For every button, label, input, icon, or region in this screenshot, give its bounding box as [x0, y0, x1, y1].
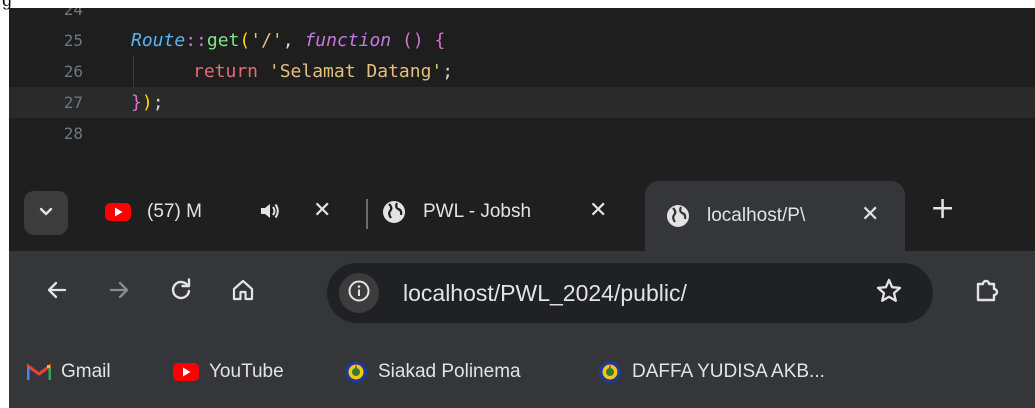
token-keyword: return: [193, 61, 259, 82]
code-line: 28: [9, 118, 1035, 149]
tab-title: PWL - Jobsh: [423, 201, 532, 222]
token-keyword: function: [304, 30, 392, 51]
home-icon: [231, 278, 255, 308]
polinema-logo-icon: [344, 360, 368, 384]
tab-pwl-jobsheet[interactable]: PWL - Jobsh ✕: [381, 181, 621, 243]
forward-button[interactable]: [99, 273, 139, 313]
code-line: 26 return 'Selamat Datang';: [9, 56, 1035, 87]
globe-icon: [381, 199, 407, 225]
code-text: Route::get('/', function () {: [131, 25, 445, 56]
tab-localhost[interactable]: localhost/P\ ✕: [645, 181, 905, 251]
back-button[interactable]: [37, 273, 77, 313]
line-number: 28: [63, 124, 83, 143]
tab-close-button[interactable]: ✕: [861, 201, 879, 227]
youtube-icon: [105, 199, 131, 225]
arrow-left-icon: [45, 278, 69, 308]
token-string: '/': [250, 30, 283, 51]
tab-title: (57) My: [147, 201, 201, 222]
tab-close-button[interactable]: ✕: [313, 197, 331, 223]
line-number: 27: [63, 93, 83, 112]
tab-title: localhost/P\: [707, 205, 806, 226]
token-class: Route: [131, 30, 186, 51]
token-paren: ): [141, 92, 153, 113]
gmail-icon: [27, 360, 51, 384]
token-semicolon: ;: [442, 61, 454, 82]
polinema-logo-icon: [598, 360, 622, 384]
chevron-down-icon: [38, 203, 54, 223]
tab-close-button[interactable]: ✕: [589, 197, 607, 223]
token-operator: ::: [185, 30, 207, 51]
youtube-icon: [173, 360, 199, 384]
info-icon: [348, 280, 370, 306]
bookmark-star-button[interactable]: [875, 277, 903, 313]
reload-button[interactable]: [161, 273, 201, 313]
line-number: 24: [63, 8, 83, 19]
puzzle-icon: [973, 276, 1001, 310]
speaker-icon[interactable]: [257, 199, 281, 229]
address-url[interactable]: localhost/PWL_2024/public/: [403, 263, 687, 323]
token-paren: (): [391, 30, 424, 51]
tab-strip: (57) My ✕ PWL - Jobsh ✕ localhost/P\ ✕ +: [9, 163, 1035, 251]
tab-youtube[interactable]: (57) My ✕: [105, 181, 345, 243]
globe-icon: [665, 203, 691, 229]
line-number: 25: [63, 31, 83, 50]
browser-toolbar: localhost/PWL_2024/public/: [9, 251, 1035, 337]
token-paren: (: [239, 30, 251, 51]
tab-divider: [366, 199, 368, 229]
address-bar[interactable]: localhost/PWL_2024/public/: [327, 263, 933, 323]
token-brace: }: [131, 92, 142, 113]
bookmark-label: Gmail: [61, 361, 111, 382]
arrow-right-icon: [107, 278, 131, 308]
reload-icon: [169, 278, 193, 308]
token-comma: ,: [282, 30, 305, 51]
code-line-current: 27 });: [9, 87, 1035, 118]
site-info-button[interactable]: [339, 273, 379, 313]
bookmarks-bar: Gmail YouTube Siakad Polinema DAFFA YUDI…: [9, 337, 1035, 408]
bookmark-youtube[interactable]: YouTube: [173, 357, 284, 387]
document-fragment: g: [0, 0, 1035, 10]
indent-guide: [133, 56, 134, 87]
code-text: return 'Selamat Datang';: [193, 56, 453, 87]
bookmark-label: YouTube: [209, 361, 284, 382]
token-string: 'Selamat Datang': [268, 61, 443, 82]
token-brace: {: [423, 30, 446, 51]
bookmark-siakad-polinema[interactable]: Siakad Polinema: [344, 357, 521, 387]
code-line: 25 Route::get('/', function () {: [9, 25, 1035, 56]
browser-window: (57) My ✕ PWL - Jobsh ✕ localhost/P\ ✕ +: [9, 163, 1035, 408]
line-number: 26: [63, 62, 83, 81]
tab-search-button[interactable]: [24, 191, 68, 235]
bookmark-label: DAFFA YUDISA AKB...: [632, 361, 825, 382]
star-icon: [875, 278, 903, 312]
token-method: get: [206, 30, 240, 51]
bookmark-gmail[interactable]: Gmail: [27, 357, 111, 387]
code-line: 24: [9, 8, 1035, 25]
extensions-button[interactable]: [967, 273, 1007, 313]
token-semicolon: ;: [152, 92, 164, 113]
home-button[interactable]: [223, 273, 263, 313]
new-tab-button[interactable]: +: [930, 191, 955, 226]
bookmark-label: Siakad Polinema: [378, 361, 521, 382]
bookmark-daffa-yudisa[interactable]: DAFFA YUDISA AKB...: [598, 357, 825, 387]
code-text: });: [131, 87, 164, 118]
code-editor[interactable]: 24 25 Route::get('/', function () { 26 r…: [9, 8, 1035, 163]
